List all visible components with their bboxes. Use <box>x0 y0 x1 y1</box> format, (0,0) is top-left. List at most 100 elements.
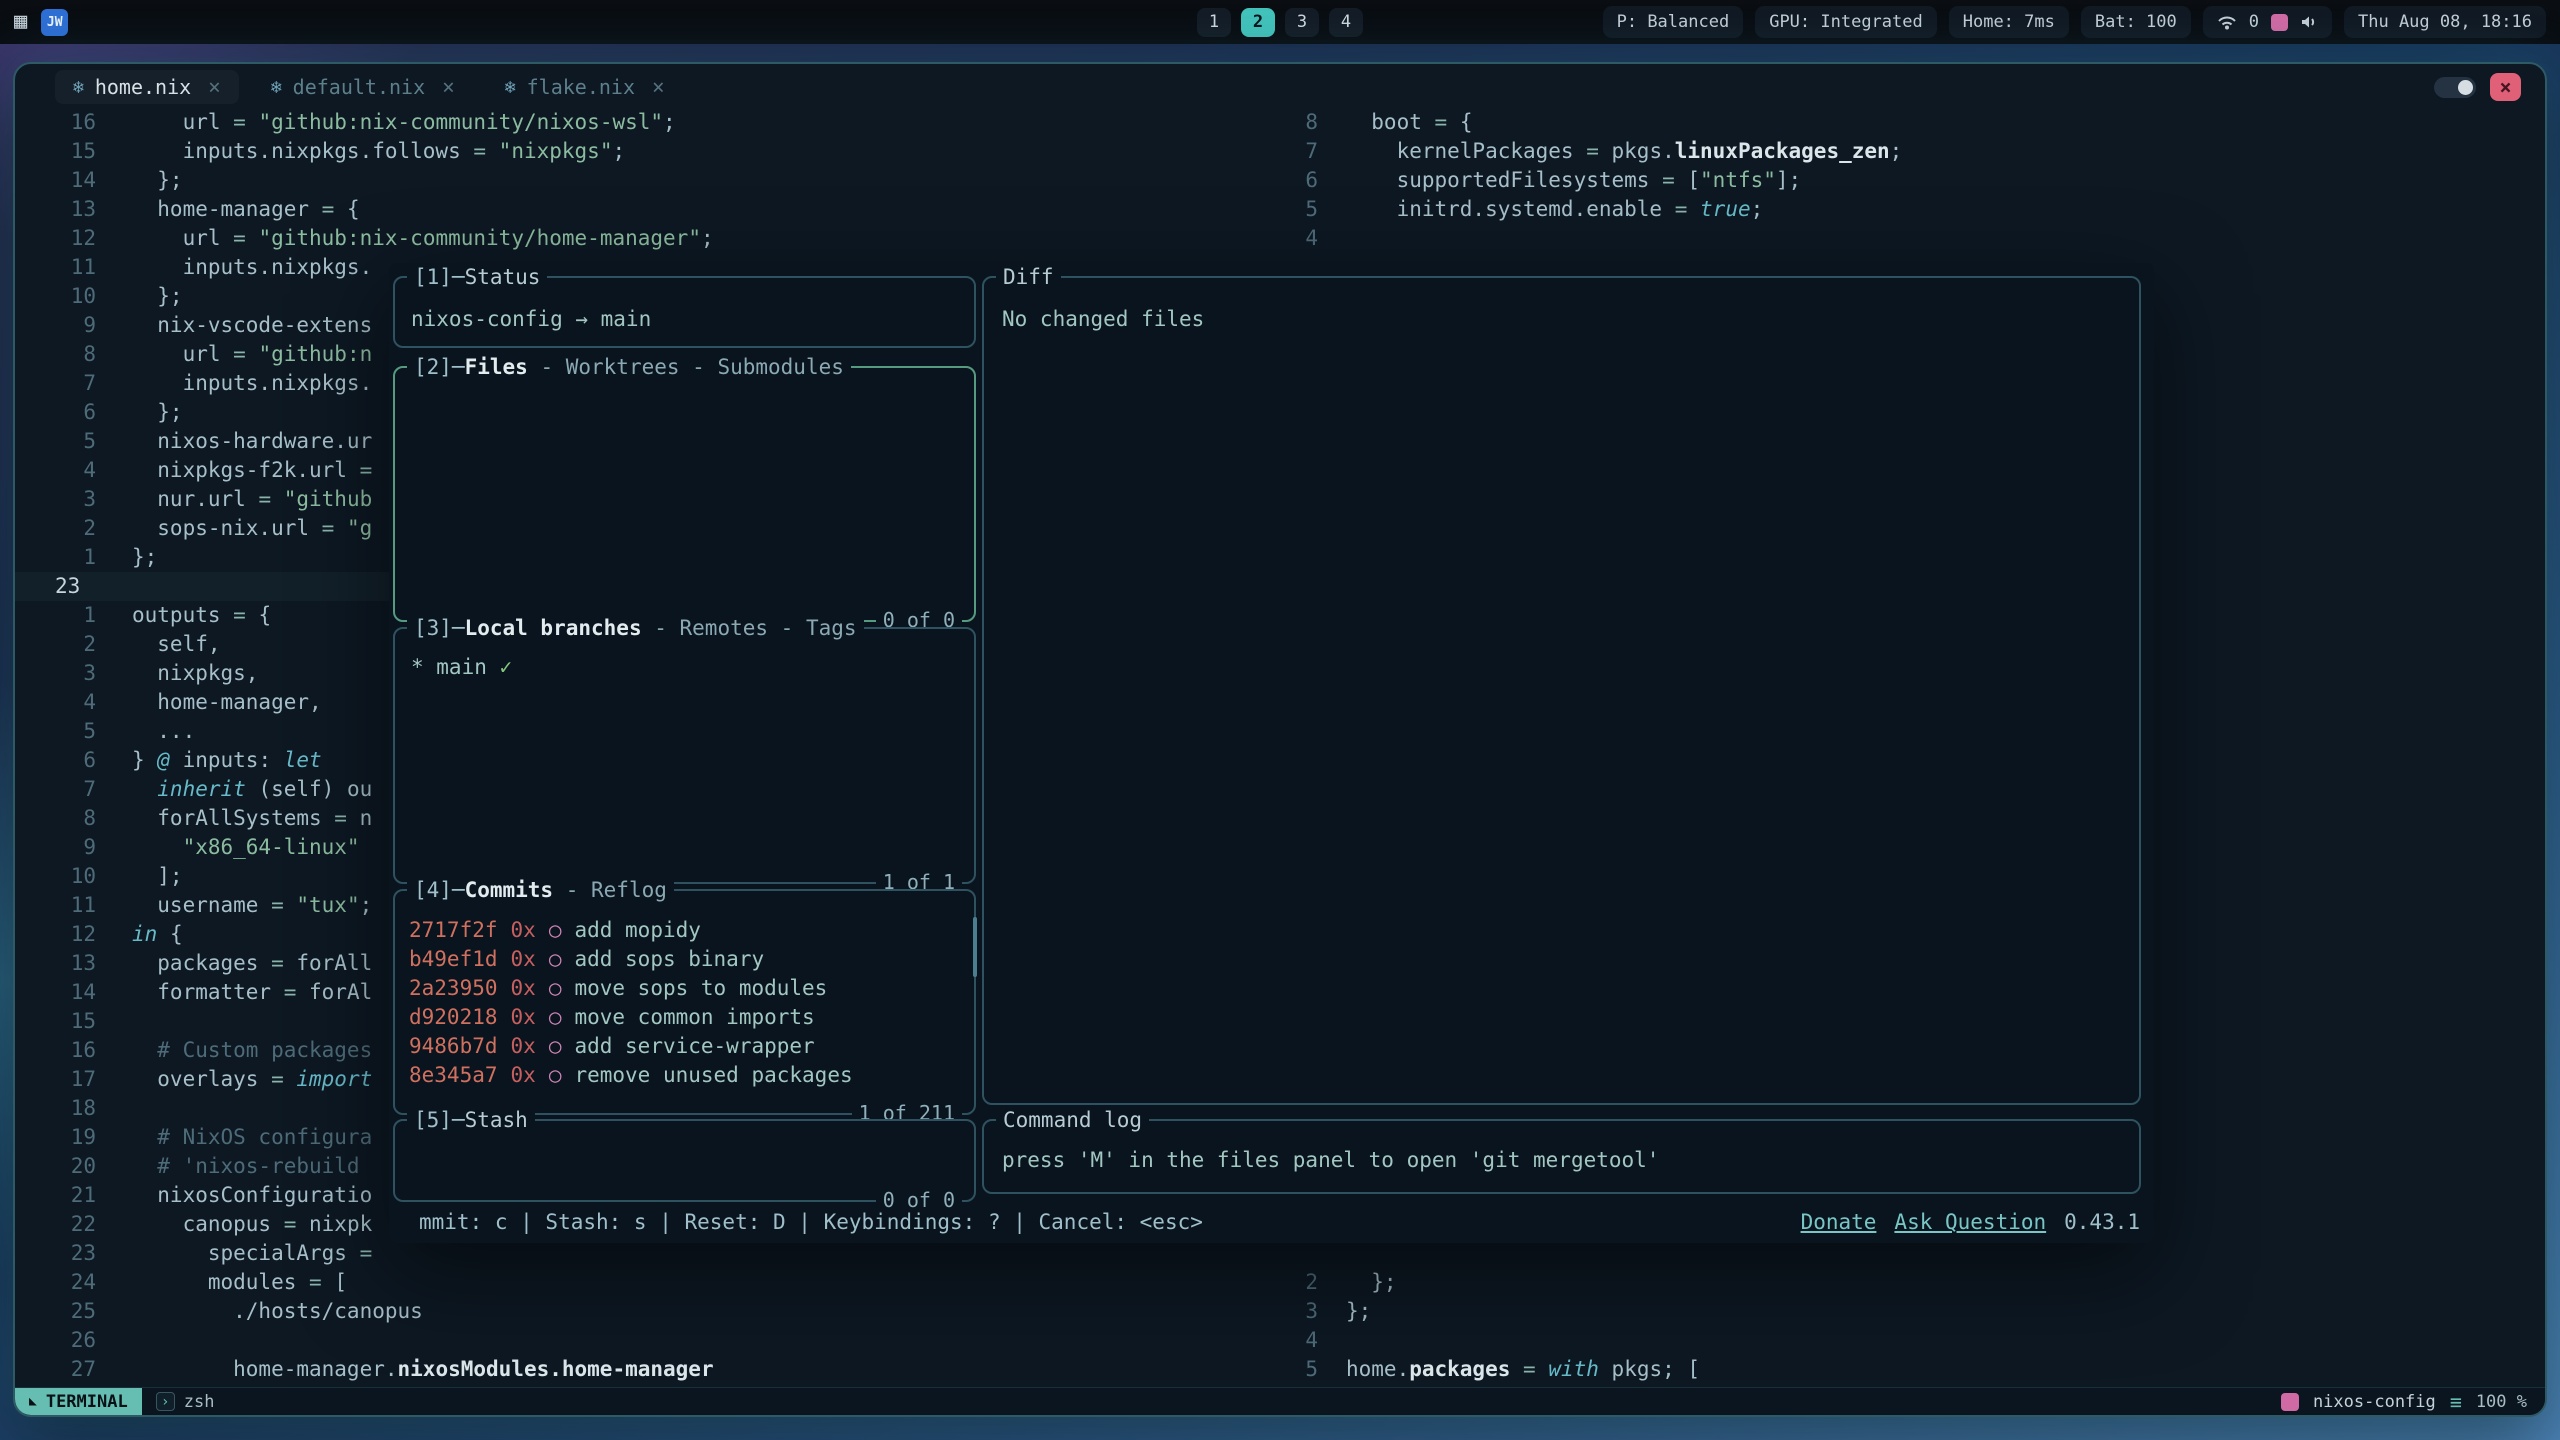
workspace-app-icon[interactable]: JW <box>41 9 68 36</box>
status-module-3[interactable]: Bat: 100 <box>2081 6 2191 38</box>
code-text: overlays = import <box>132 1065 372 1094</box>
commit-row[interactable]: b49ef1d0x○add sops binary <box>409 944 964 973</box>
status-module-0[interactable]: P: Balanced <box>1603 6 1744 38</box>
code-segment: pkgs. <box>1612 139 1675 163</box>
panel-key: [1]─ <box>414 265 465 289</box>
commit-list: 2717f2f0x○add mopidyb49ef1d0x○add sops b… <box>395 891 974 1097</box>
code-segment: supportedFilesystems <box>1346 168 1662 192</box>
code-segment: inputs.nixpkgs.follows <box>132 139 473 163</box>
code-line: 2 }; <box>1280 1268 2545 1297</box>
code-segment: forAl <box>309 980 372 1004</box>
tab-close-icon[interactable]: × <box>652 75 665 99</box>
code-line: 16 url = "github:nix-community/nixos-wsl… <box>15 108 1280 137</box>
commit-row[interactable]: 2717f2f0x○add mopidy <box>409 915 964 944</box>
code-text: boot = { <box>1346 108 1472 137</box>
tab-close-icon[interactable]: × <box>208 75 221 99</box>
line-number: 27 <box>15 1355 110 1384</box>
line-number: 4 <box>15 456 110 485</box>
lines-icon[interactable]: ≡ <box>2450 1390 2462 1414</box>
app-launcher-icon[interactable]: ▦ <box>14 11 27 33</box>
code-segment: url <box>132 342 233 366</box>
color-picker-icon[interactable] <box>2271 14 2288 31</box>
code-segment: nixosModules.home-manager <box>398 1357 714 1381</box>
line-number: 16 <box>15 108 110 137</box>
commit-row[interactable]: d9202180x○move common imports <box>409 1002 964 1031</box>
code-line: 8 boot = { <box>1280 108 2545 137</box>
code-segment: kernelPackages <box>1346 139 1586 163</box>
panel-stash[interactable]: [5]─Stash 0 of 0 <box>393 1119 976 1202</box>
code-segment: overlays <box>132 1067 271 1091</box>
line-number: 9 <box>15 311 110 340</box>
wifi-icon[interactable] <box>2217 14 2237 30</box>
line-number: 9 <box>15 833 110 862</box>
commit-author: 0x <box>511 1005 536 1029</box>
code-segment: "github:nix-community/nixos-wsl" <box>258 110 663 134</box>
donate-link[interactable]: Donate <box>1801 1210 1877 1234</box>
panel-key: [2]─ <box>414 355 465 379</box>
ask-question-link[interactable]: Ask Question <box>1894 1210 2046 1234</box>
panel-key: [5]─ <box>414 1108 465 1132</box>
commit-row[interactable]: 8e345a70x○remove unused packages <box>409 1060 964 1089</box>
tab-home.nix[interactable]: ❄home.nix× <box>55 70 239 104</box>
panel-commits[interactable]: [4]─Commits - Reflog 2717f2f0x○add mopid… <box>393 889 976 1115</box>
panel-command-log[interactable]: Command log press 'M' in the files panel… <box>982 1119 2141 1194</box>
line-number: 7 <box>15 369 110 398</box>
tabs-container: ❄home.nix× ❄default.nix× ❄flake.nix× <box>55 70 683 104</box>
code-segment: specialArgs <box>132 1241 360 1265</box>
repo-name[interactable]: nixos-config <box>2313 1392 2436 1412</box>
workspace-button-4[interactable]: 4 <box>1329 8 1363 37</box>
code-segment: # 'nixos-rebuild <box>132 1154 360 1178</box>
volume-icon[interactable] <box>2300 14 2318 30</box>
line-number: 14 <box>15 978 110 1007</box>
status-module-2[interactable]: Home: 7ms <box>1949 6 2069 38</box>
tab-close-icon[interactable]: × <box>442 75 455 99</box>
line-number: 4 <box>15 688 110 717</box>
status-module-1[interactable]: GPU: Integrated <box>1755 6 1937 38</box>
tab-default.nix[interactable]: ❄default.nix× <box>253 70 473 104</box>
shell-chip[interactable]: › zsh <box>156 1392 215 1412</box>
code-line: 7 kernelPackages = pkgs.linuxPackages_ze… <box>1280 137 2545 166</box>
panel-branches[interactable]: [3]─Local branches - Remotes - Tags * ma… <box>393 627 976 884</box>
code-segment: = <box>1523 1357 1548 1381</box>
code-segment: = <box>271 951 296 975</box>
code-segment: sops-nix.url <box>132 516 322 540</box>
code-segment: url <box>132 110 233 134</box>
code-segment: "tux" <box>296 893 359 917</box>
status-text: nixos-config → main <box>411 307 651 331</box>
panel-title-text: Command log <box>1003 1108 1142 1132</box>
code-segment: ; <box>701 226 714 250</box>
commit-message: move sops to modules <box>574 976 827 1000</box>
panel-files[interactable]: [2]─Files - Worktrees - Submodules 0 of … <box>393 366 976 622</box>
commit-row[interactable]: 2a239500x○move sops to modules <box>409 973 964 1002</box>
code-text: formatter = forAl <box>132 978 372 1007</box>
terminal-mode-chip[interactable]: ◣ TERMINAL <box>15 1388 142 1415</box>
commit-author: 0x <box>511 1034 536 1058</box>
commit-graph-node-icon: ○ <box>549 976 562 1000</box>
code-segment: = <box>284 980 309 1004</box>
code-text: nixos-hardware.ur <box>132 427 372 456</box>
workspace-button-2[interactable]: 2 <box>1241 8 1275 37</box>
workspace-button-3[interactable]: 3 <box>1285 8 1319 37</box>
toggle-switch[interactable] <box>2434 77 2476 98</box>
code-segment: home-manager. <box>132 1357 398 1381</box>
code-segment: = <box>1662 168 1687 192</box>
code-segment: = <box>334 806 359 830</box>
code-line: 12 url = "github:nix-community/home-mana… <box>15 224 1280 253</box>
branch-row[interactable]: * main <box>411 655 500 679</box>
code-text: # 'nixos-rebuild <box>132 1152 360 1181</box>
clock[interactable]: Thu Aug 08, 18:16 <box>2344 6 2546 38</box>
code-segment: formatter <box>132 980 284 1004</box>
workspace-button-1[interactable]: 1 <box>1197 8 1231 37</box>
line-number: 6 <box>15 398 110 427</box>
panel-files-title: [2]─Files - Worktrees - Submodules <box>407 353 851 382</box>
commit-hash: 2a23950 <box>409 976 498 1000</box>
panel-status[interactable]: [1]─Status nixos-config → main <box>393 276 976 348</box>
tab-flake.nix[interactable]: ❄flake.nix× <box>487 70 683 104</box>
code-segment: = <box>360 1241 373 1265</box>
commits-scrollbar[interactable] <box>973 917 977 977</box>
commit-graph-node-icon: ○ <box>549 947 562 971</box>
panel-diff[interactable]: Diff No changed files <box>982 276 2141 1105</box>
code-segment: ; <box>1751 197 1764 221</box>
window-close-button[interactable]: × <box>2490 73 2521 101</box>
commit-row[interactable]: 9486b7d0x○add service-wrapper <box>409 1031 964 1060</box>
